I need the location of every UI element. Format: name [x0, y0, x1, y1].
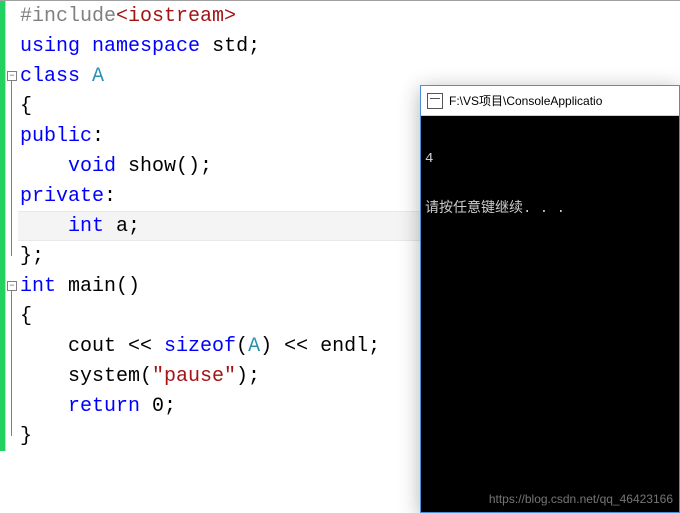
text: ) << endl;: [260, 335, 380, 358]
watermark: https://blog.csdn.net/qq_46423166: [489, 492, 673, 506]
keyword: sizeof: [164, 335, 236, 358]
outline-gutter: [6, 391, 18, 421]
outline-gutter: [6, 121, 18, 151]
console-line: 4: [425, 150, 675, 168]
indent: [20, 155, 68, 178]
indent: [20, 215, 68, 238]
console-line: 请按任意键继续. . .: [425, 200, 675, 218]
type-name: A: [80, 65, 104, 88]
brace: }: [20, 425, 32, 448]
outline-gutter: [6, 1, 18, 31]
text: system(: [68, 365, 152, 388]
string-literal: "pause": [152, 365, 236, 388]
outline-gutter: [6, 31, 18, 61]
console-window[interactable]: F:\VS项目\ConsoleApplicatio 4 请按任意键继续. . .…: [420, 85, 680, 513]
indent: [20, 365, 68, 388]
keyword: int: [20, 275, 56, 298]
type-name: A: [248, 335, 260, 358]
outline-gutter: [6, 301, 18, 331]
text: std;: [200, 35, 260, 58]
outline-gutter: [6, 421, 18, 451]
outline-toggle[interactable]: −: [6, 61, 18, 91]
titlebar[interactable]: F:\VS项目\ConsoleApplicatio: [421, 86, 679, 116]
keyword: private: [20, 185, 104, 208]
keyword: int: [68, 215, 104, 238]
outline-gutter: [6, 151, 18, 181]
include-path: <iostream>: [116, 5, 236, 28]
outline-gutter: [6, 241, 18, 271]
outline-gutter: [6, 181, 18, 211]
text: (: [236, 335, 248, 358]
text: cout <<: [68, 335, 164, 358]
keyword: using: [20, 35, 80, 58]
keyword: class: [20, 65, 80, 88]
text: 0;: [140, 395, 176, 418]
text: :: [92, 125, 104, 148]
code-line[interactable]: #include<iostream>: [0, 1, 680, 31]
collapse-icon: −: [7, 281, 17, 291]
text: );: [236, 365, 260, 388]
brace: {: [20, 95, 32, 118]
outline-gutter: [6, 331, 18, 361]
preprocessor: #include: [20, 5, 116, 28]
outline-toggle[interactable]: −: [6, 271, 18, 301]
brace: };: [20, 245, 44, 268]
text: main(): [56, 275, 140, 298]
indent: [20, 395, 68, 418]
keyword: namespace: [92, 35, 200, 58]
text: :: [104, 185, 116, 208]
console-output[interactable]: 4 请按任意键继续. . . https://blog.csdn.net/qq_…: [421, 116, 679, 512]
keyword: return: [68, 395, 140, 418]
outline-gutter: [6, 91, 18, 121]
collapse-icon: −: [7, 71, 17, 81]
outline-gutter: [6, 211, 18, 241]
text: a;: [104, 215, 140, 238]
code-line[interactable]: using namespace std;: [0, 31, 680, 61]
keyword: void: [68, 155, 116, 178]
app-icon: [427, 93, 443, 109]
indent: [20, 335, 68, 358]
window-title: F:\VS项目\ConsoleApplicatio: [449, 92, 602, 109]
outline-gutter: [6, 361, 18, 391]
brace: {: [20, 305, 32, 328]
keyword: public: [20, 125, 92, 148]
text: show();: [116, 155, 212, 178]
